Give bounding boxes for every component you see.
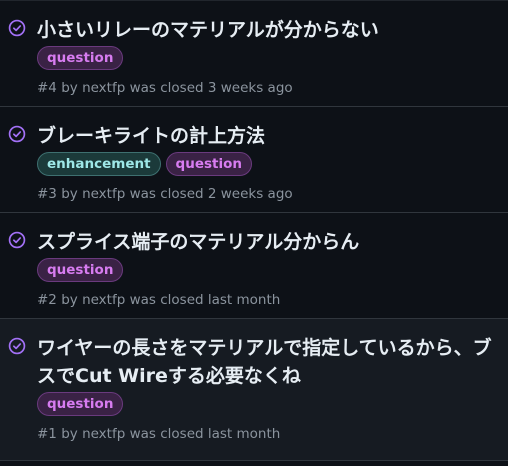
by-text: by	[61, 426, 78, 442]
label-question[interactable]: question	[37, 46, 124, 70]
issue-body: 小さいリレーのマテリアルが分からない question #4 by nextfp…	[37, 16, 508, 97]
issue-closed-icon	[8, 231, 26, 249]
issue-meta: #3 by nextfp was closed 2 weeks ago	[37, 185, 508, 203]
issue-body: スプライス端子のマテリアル分からん question #2 by nextfp …	[37, 228, 508, 309]
issue-title-link[interactable]: ブレーキライトの計上方法	[37, 122, 508, 150]
label-question[interactable]: question	[37, 258, 124, 282]
author-link[interactable]: nextfp	[82, 426, 125, 442]
closed-status-text: was closed	[129, 426, 204, 442]
issue-title-link[interactable]: 小さいリレーのマテリアルが分からない	[37, 16, 508, 44]
issue-row[interactable]: 小さいリレーのマテリアルが分からない question #4 by nextfp…	[0, 1, 508, 107]
by-text: by	[61, 80, 78, 96]
issue-row[interactable]: スプライス端子のマテリアル分からん question #2 by nextfp …	[0, 213, 508, 319]
issue-meta: #2 by nextfp was closed last month	[37, 291, 508, 309]
closed-status-text: was closed	[129, 186, 204, 202]
issue-body: ブレーキライトの計上方法 enhancement question #3 by …	[37, 122, 508, 203]
closed-status-text: was closed	[129, 80, 204, 96]
issue-closed-icon	[8, 125, 26, 143]
author-link[interactable]: nextfp	[82, 292, 125, 308]
issue-number: #1	[37, 426, 57, 442]
label-enhancement[interactable]: enhancement	[37, 152, 161, 176]
relative-time: last month	[207, 292, 281, 308]
relative-time: last month	[207, 426, 281, 442]
issue-body: ワイヤーの長さをマテリアルで指定しているから、ブスでCut Wireする必要なく…	[37, 334, 508, 443]
label-list: question	[37, 258, 508, 282]
issue-row[interactable]: ブレーキライトの計上方法 enhancement question #3 by …	[0, 107, 508, 213]
label-question[interactable]: question	[165, 152, 252, 176]
issue-row[interactable]: ワイヤーの長さをマテリアルで指定しているから、ブスでCut Wireする必要なく…	[0, 319, 508, 461]
label-list: question	[37, 392, 508, 416]
by-text: by	[61, 292, 78, 308]
label-list: enhancement question	[37, 152, 508, 176]
issue-list: 小さいリレーのマテリアルが分からない question #4 by nextfp…	[0, 0, 508, 461]
label-list: question	[37, 46, 508, 70]
issue-title-link[interactable]: ワイヤーの長さをマテリアルで指定しているから、ブスでCut Wireする必要なく…	[37, 334, 508, 390]
issue-closed-icon	[8, 19, 26, 37]
issue-number: #2	[37, 292, 57, 308]
relative-time: 2 weeks ago	[207, 186, 293, 202]
by-text: by	[61, 186, 78, 202]
closed-status-text: was closed	[129, 292, 204, 308]
issue-meta: #1 by nextfp was closed last month	[37, 425, 508, 443]
label-question[interactable]: question	[37, 392, 124, 416]
author-link[interactable]: nextfp	[82, 186, 125, 202]
issue-meta: #4 by nextfp was closed 3 weeks ago	[37, 79, 508, 97]
issue-number: #3	[37, 186, 57, 202]
issue-closed-icon	[8, 337, 26, 355]
author-link[interactable]: nextfp	[82, 80, 125, 96]
issue-number: #4	[37, 80, 57, 96]
relative-time: 3 weeks ago	[207, 80, 293, 96]
issue-title-link[interactable]: スプライス端子のマテリアル分からん	[37, 228, 508, 256]
